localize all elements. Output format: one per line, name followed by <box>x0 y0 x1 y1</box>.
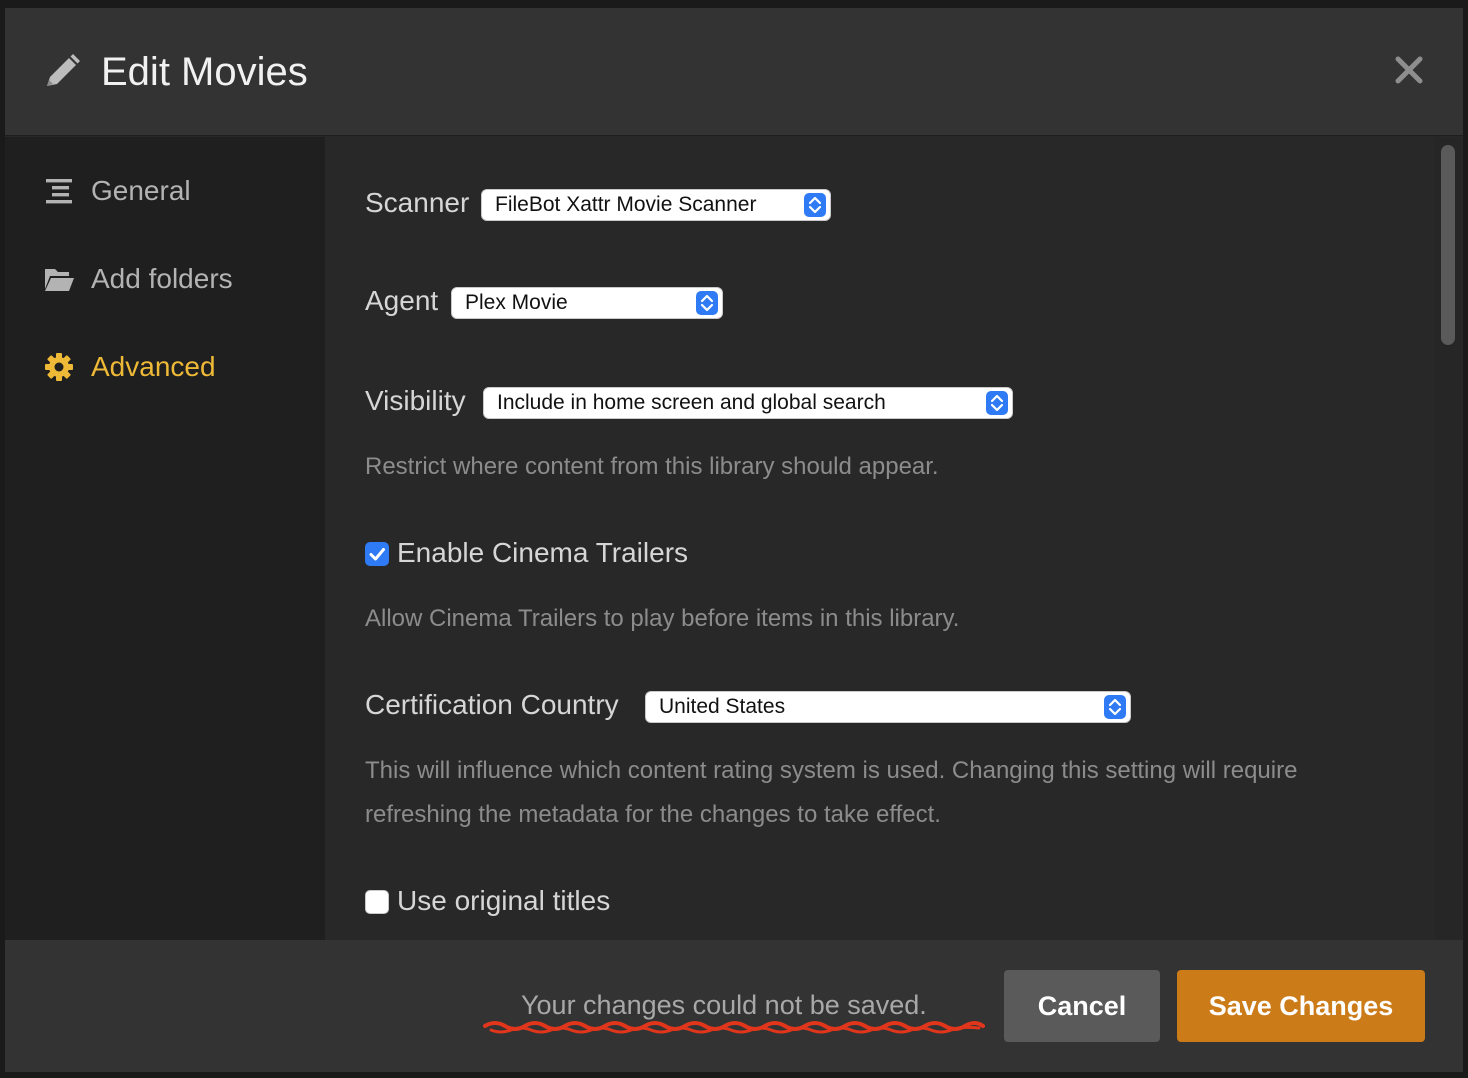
cinema-trailers-checkbox[interactable] <box>365 542 389 566</box>
dialog-title: Edit Movies <box>101 50 308 94</box>
squiggle-underline-annotation <box>483 1021 985 1034</box>
save-changes-button[interactable]: Save Changes <box>1177 970 1425 1042</box>
select-arrows-icon <box>986 391 1008 415</box>
select-arrows-icon <box>1104 695 1126 719</box>
close-icon[interactable] <box>1391 52 1427 88</box>
select-arrows-icon <box>804 193 826 217</box>
folder-icon <box>45 269 74 291</box>
cinema-trailers-help: Allow Cinema Trailers to play before ite… <box>365 605 960 632</box>
agent-select[interactable]: Plex Movie <box>451 287 723 319</box>
scanner-label: Scanner <box>365 187 470 218</box>
list-icon <box>46 179 72 204</box>
scanner-select[interactable]: FileBot Xattr Movie Scanner <box>481 189 831 221</box>
cancel-button[interactable]: Cancel <box>1004 970 1160 1042</box>
settings-panel: Scanner FileBot Xattr Movie Scanner Agen… <box>325 137 1435 940</box>
sidebar-item-advanced[interactable]: Advanced <box>5 337 325 397</box>
select-arrows-icon <box>696 291 718 315</box>
scrollbar[interactable] <box>1435 137 1463 940</box>
cinema-trailers-label: Enable Cinema Trailers <box>397 537 689 568</box>
sidebar-item-label: Advanced <box>91 351 216 382</box>
sidebar: General Add folders Advanced <box>5 137 325 940</box>
agent-label: Agent <box>365 285 439 316</box>
sidebar-item-general[interactable]: General <box>5 161 325 221</box>
original-titles-label: Use original titles <box>397 885 611 916</box>
visibility-label: Visibility <box>365 385 466 416</box>
visibility-help: Restrict where content from this library… <box>365 453 939 480</box>
gear-icon <box>45 353 73 381</box>
certification-country-select[interactable]: United States <box>645 691 1131 723</box>
sidebar-item-add-folders[interactable]: Add folders <box>5 249 325 309</box>
original-titles-checkbox[interactable] <box>365 890 389 914</box>
certification-country-help: This will influence which content rating… <box>365 757 1298 828</box>
visibility-select[interactable]: Include in home screen and global search <box>483 387 1013 419</box>
dialog-footer: Your changes could not be saved. Cancel … <box>5 940 1463 1072</box>
sidebar-item-label: General <box>91 175 191 206</box>
certification-country-label: Certification Country <box>365 689 619 720</box>
dialog-header: Edit Movies <box>5 8 1463 136</box>
sidebar-item-label: Add folders <box>91 263 233 294</box>
edit-library-dialog: Edit Movies General Add folders Advanced… <box>5 8 1463 1072</box>
scrollbar-thumb[interactable] <box>1441 145 1455 345</box>
pencil-icon <box>47 54 80 86</box>
checkmark-icon <box>369 548 385 561</box>
